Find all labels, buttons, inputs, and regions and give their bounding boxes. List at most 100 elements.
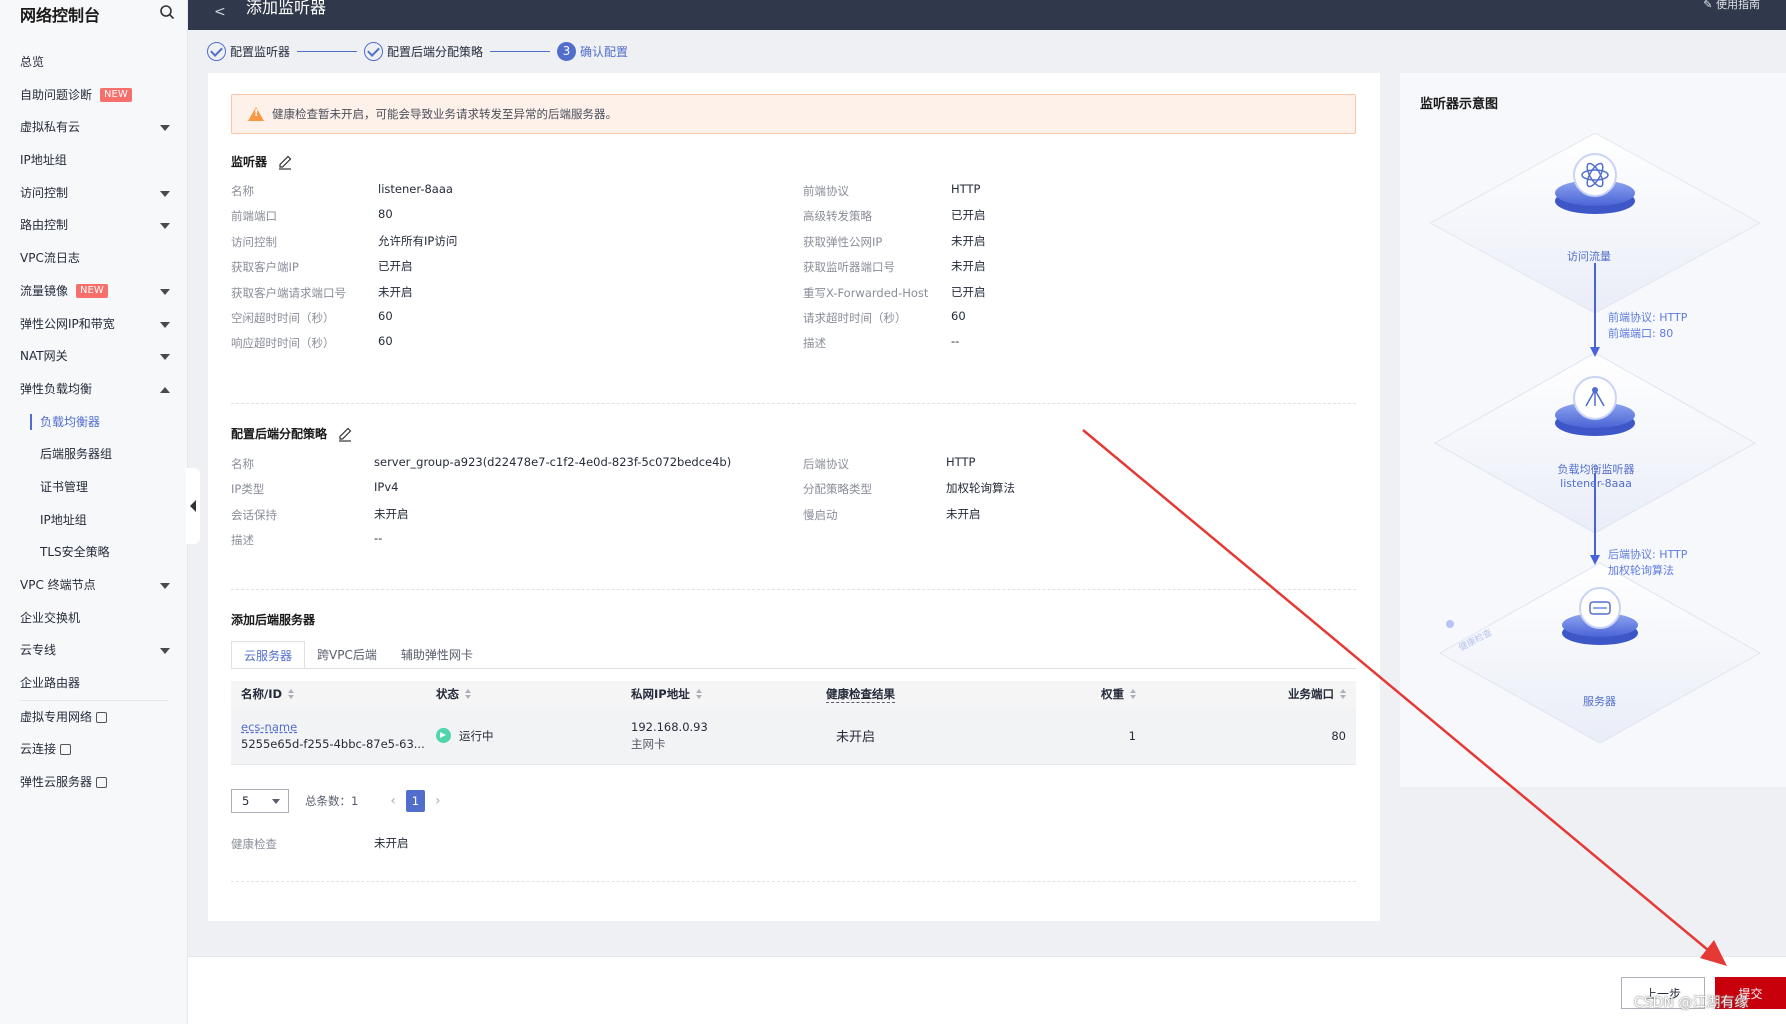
edit-icon: ✎	[1703, 0, 1716, 11]
sidebar-item-vpc-endpoint[interactable]: VPC 终端节点	[0, 569, 188, 602]
page-header: < 添加监听器 ✎ 使用指南	[188, 0, 1786, 30]
cell-health: 未开启	[836, 730, 876, 745]
column-label: 状态	[436, 687, 459, 701]
sidebar-item-label: 云连接	[20, 742, 57, 757]
next-page-icon[interactable]: ›	[435, 793, 441, 809]
tab-cross-vpc[interactable]: 跨VPC后端	[305, 641, 389, 669]
sort-icon	[695, 689, 702, 699]
field-value: 已开启	[378, 259, 413, 274]
cell-private-ip: 192.168.0.93 主网卡	[621, 707, 816, 764]
sidebar-item-label: 总览	[20, 55, 45, 69]
sidebar-item-label: 流量镜像	[20, 283, 69, 298]
sidebar-item-eip[interactable]: 弹性公网IP和带宽	[0, 308, 188, 341]
sort-icon	[1340, 689, 1346, 699]
field-label: 描述	[803, 336, 826, 351]
search-icon[interactable]	[159, 4, 175, 20]
confirm-panel: 健康检查暂未开启，可能会导致业务请求转发至异常的后端服务器。 监听器 名称 lis…	[208, 73, 1380, 921]
private-ip: 192.168.0.93	[631, 719, 708, 734]
guide-link[interactable]: ✎ 使用指南	[1703, 0, 1760, 10]
health-check-value: 未开启	[374, 836, 409, 850]
field-value: 加权轮询算法	[946, 481, 1015, 496]
sidebar-item-vpn[interactable]: 虚拟专用网络	[0, 701, 188, 734]
step-configure-listener: 配置监听器	[207, 40, 290, 62]
page-size-select[interactable]: 5	[231, 789, 289, 813]
sidebar-item-enterprise-switch[interactable]: 企业交换机	[0, 602, 188, 635]
sidebar-item-ecs[interactable]: 弹性云服务器	[0, 766, 188, 799]
sidebar-item-enterprise-router[interactable]: 企业路由器	[0, 667, 188, 700]
tab-cloud-server[interactable]: 云服务器	[231, 641, 306, 669]
server-name-link[interactable]: ecs-name	[241, 719, 297, 736]
section-title-text: 监听器	[231, 155, 268, 169]
watermark: CSDN @江湖有缘	[1634, 995, 1749, 1011]
backend-tabs: 云服务器 跨VPC后端 辅助弹性网卡	[231, 641, 485, 669]
step-confirm: 3 确认配置	[557, 40, 628, 62]
page-number-current[interactable]: 1	[405, 790, 425, 812]
diagram-title: 监听器示意图	[1420, 97, 1499, 112]
sidebar-item-vpc[interactable]: 虚拟私有云	[0, 111, 188, 144]
sidebar-collapse-handle[interactable]	[186, 468, 200, 544]
field-value: 80	[378, 207, 393, 222]
field-value: HTTP	[951, 182, 981, 196]
chevron-up-icon	[160, 386, 170, 393]
sidebar-item-overview[interactable]: 总览	[0, 46, 188, 79]
table-row: ecs-name 5255e65d-f255-4bbc-87e5-63... 运…	[231, 707, 1356, 765]
step-backend-policy: 配置后端分配策略	[364, 40, 483, 62]
field-label: 获取监听器端口号	[803, 260, 895, 275]
node-listener-label: 负载均衡监听器 listener-8aaa	[1548, 461, 1644, 490]
sidebar-item-label: 弹性公网IP和带宽	[20, 316, 115, 331]
node-server-label: 服务器	[1583, 695, 1616, 708]
back-button[interactable]: <	[214, 4, 226, 20]
step-label: 配置后端分配策略	[387, 44, 484, 59]
edit-icon[interactable]	[337, 426, 353, 442]
sidebar-menu: 总览 自助问题诊断 NEW 虚拟私有云 IP地址组 访问控制 路由控制 VPC流日…	[0, 46, 188, 799]
sidebar-item-nat[interactable]: NAT网关	[0, 340, 188, 373]
backend-algorithm-note: 加权轮询算法	[1608, 564, 1674, 577]
sidebar-item-backend-group[interactable]: 后端服务器组	[0, 438, 188, 471]
sidebar-item-route-control[interactable]: 路由控制	[0, 209, 188, 242]
sidebar-item-label: 企业交换机	[20, 610, 81, 625]
sidebar-item-diagnosis[interactable]: 自助问题诊断 NEW	[0, 79, 188, 112]
new-badge: NEW	[100, 88, 132, 103]
edit-icon[interactable]	[277, 154, 293, 170]
sidebar-item-tls-policy[interactable]: TLS安全策略	[0, 536, 188, 569]
col-health-result: 健康检查结果	[816, 681, 1001, 707]
sidebar-item-label: 后端服务器组	[40, 447, 113, 462]
sidebar-item-flow-log[interactable]: VPC流日志	[0, 242, 188, 275]
col-weight[interactable]: 权重	[1001, 681, 1146, 707]
sidebar-item-direct-connect[interactable]: 云专线	[0, 634, 188, 667]
backend-policy-section-title: 配置后端分配策略	[231, 425, 353, 442]
field-label: 重写X-Forwarded-Host	[803, 285, 929, 300]
field-value: --	[374, 531, 383, 546]
chevron-down-icon	[160, 583, 170, 589]
prev-page-icon[interactable]: ‹	[390, 793, 396, 809]
sidebar-item-ip-group[interactable]: IP地址组	[0, 144, 188, 177]
col-private-ip[interactable]: 私网IP地址	[621, 681, 816, 707]
new-badge: NEW	[76, 284, 108, 299]
sidebar-item-label: 云专线	[20, 643, 57, 658]
step-connector	[297, 51, 357, 52]
step-number: 3	[557, 41, 576, 61]
section-divider	[231, 589, 1356, 590]
sidebar-item-label: 证书管理	[40, 479, 89, 494]
field-label: 高级转发策略	[803, 209, 872, 224]
tab-secondary-nic[interactable]: 辅助弹性网卡	[389, 641, 485, 669]
field-label: 请求超时时间（秒）	[803, 311, 907, 325]
backend-server-table: 名称/ID 状态 私网IP地址 健康检查结果 权重 业务端口 ecs-name …	[231, 681, 1356, 765]
field-label: 获取客户端请求端口号	[231, 285, 346, 300]
sidebar-item-access-control[interactable]: 访问控制	[0, 177, 188, 210]
col-name[interactable]: 名称/ID	[231, 681, 426, 707]
sidebar-item-load-balancer[interactable]: 负载均衡器	[0, 406, 188, 439]
field-label: 空闲超时时间（秒）	[231, 311, 335, 325]
field-label: 名称	[231, 457, 254, 471]
check-circle-icon	[207, 41, 226, 61]
field-value: 未开启	[946, 506, 981, 521]
sidebar-item-certificates[interactable]: 证书管理	[0, 471, 188, 504]
sidebar-item-elb[interactable]: 弹性负载均衡	[0, 373, 188, 406]
col-status[interactable]: 状态	[426, 681, 621, 707]
sidebar-item-traffic-mirror[interactable]: 流量镜像 NEW	[0, 275, 188, 308]
sidebar-item-elb-ip-group[interactable]: IP地址组	[0, 504, 188, 537]
sidebar-item-cloud-connect[interactable]: 云连接	[0, 733, 188, 766]
field-label: 会话保持	[231, 507, 277, 522]
col-port[interactable]: 业务端口	[1146, 681, 1356, 707]
console-title: 网络控制台	[20, 6, 101, 25]
